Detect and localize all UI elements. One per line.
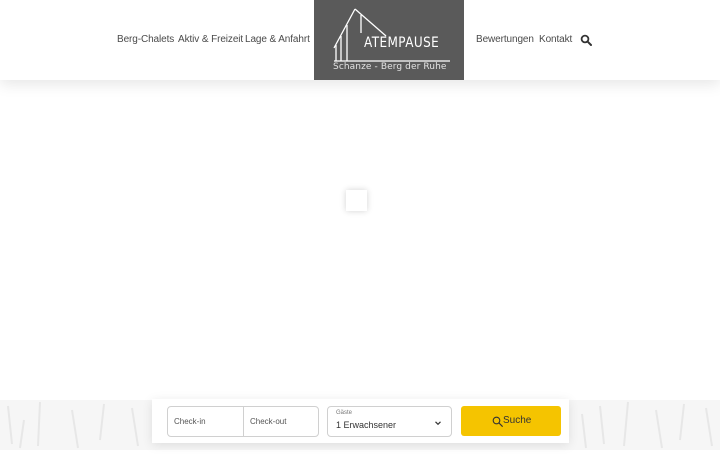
- nav-link-aktiv-freizeit[interactable]: Aktiv & Freizeit: [178, 34, 243, 45]
- checkout-input[interactable]: [244, 407, 319, 436]
- site-logo[interactable]: ATEMPAUSE Schanze - Berg der Ruhe: [314, 0, 464, 80]
- nav-link-bewertungen[interactable]: Bewertungen: [476, 34, 534, 45]
- guests-label: Gäste: [336, 410, 353, 416]
- site-header: Berg-Chalets Aktiv & Freizeit Lage & Anf…: [0, 0, 720, 80]
- booking-widget: Gäste 1 Erwachsener Suche: [152, 399, 569, 443]
- search-icon[interactable]: [580, 34, 592, 46]
- search-button[interactable]: Suche: [461, 406, 561, 436]
- magnifier-icon: [492, 416, 503, 427]
- nav-link-kontakt[interactable]: Kontakt: [539, 34, 572, 45]
- guests-value: 1 Erwachsener: [336, 420, 397, 430]
- hero-area: [0, 80, 720, 450]
- date-range-picker[interactable]: [167, 406, 319, 437]
- guests-select[interactable]: Gäste 1 Erwachsener: [327, 406, 452, 437]
- nav-link-lage-anfahrt[interactable]: Lage & Anfahrt: [245, 34, 310, 45]
- loading-spinner: [346, 190, 367, 211]
- nav-link-berg-chalets[interactable]: Berg-Chalets: [117, 34, 174, 45]
- logo-tagline: Schanze - Berg der Ruhe: [333, 62, 447, 72]
- chevron-down-icon: [435, 421, 441, 426]
- search-button-label: Suche: [503, 415, 532, 426]
- logo-wordmark: ATEMPAUSE: [364, 35, 440, 51]
- checkin-input[interactable]: [168, 407, 243, 436]
